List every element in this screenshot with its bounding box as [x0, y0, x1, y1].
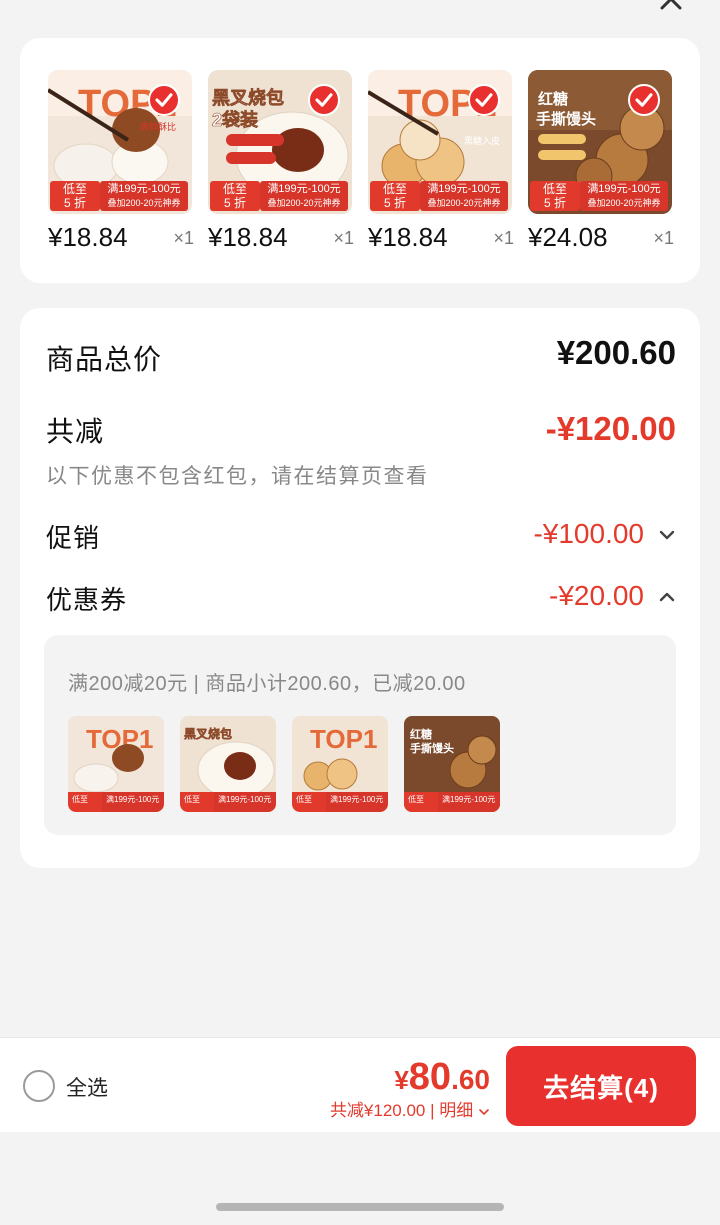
- coupon-product-thumbnail: TOP1 低至 满199元-100元: [68, 716, 164, 812]
- svg-text:红糖: 红糖: [410, 727, 432, 741]
- product-price: ¥18.84: [48, 222, 128, 252]
- checkout-bar: 全选 ¥80.60 共减¥120.00 | 明细 去结算(4): [0, 1037, 720, 1132]
- svg-text:2袋装: 2袋装: [212, 109, 258, 130]
- svg-text:黑叉烧包: 黑叉烧包: [212, 87, 284, 108]
- selected-check-icon[interactable]: [148, 84, 180, 116]
- coupon-product-thumbnail: 红糖 手撕馒头 低至 满199元-100元: [404, 716, 500, 812]
- price-row: ¥18.84 ×1: [208, 220, 354, 256]
- promo-strip: 满199元-100元 叠加200-20元神券: [260, 181, 348, 211]
- chevron-up-icon[interactable]: [656, 586, 678, 608]
- page-title: [0, 0, 720, 12]
- price-row: ¥18.84 ×1: [368, 220, 514, 256]
- product-price: ¥18.84: [208, 222, 288, 252]
- discount-note: 以下优惠不包含红包，请在结算页查看: [46, 465, 429, 488]
- svg-text:低至: 低至: [408, 794, 424, 804]
- svg-text:红糖: 红糖: [538, 90, 568, 108]
- coupon-value[interactable]: -¥20.00: [549, 580, 644, 612]
- coupon-product-thumbnail: 黑叉烧包 低至 满199元-100元: [180, 716, 276, 812]
- svg-text:黑叉烧包: 黑叉烧包: [184, 726, 232, 741]
- svg-text:低至: 低至: [72, 794, 88, 804]
- discount-badge: 低至 5 折: [50, 181, 100, 211]
- product-price: ¥24.08: [528, 222, 608, 252]
- chevron-down-icon: [479, 1108, 489, 1115]
- product-item[interactable]: 黑叉烧包 2袋装 低至 5 折 满199元-100元 叠加200-20元神券 ¥18…: [208, 70, 354, 252]
- svg-text:低至: 低至: [184, 794, 200, 804]
- total-reduction-label: 共减: [46, 416, 105, 447]
- product-image: 红糖 手撕馒头 低至 满199元-100元: [404, 716, 500, 812]
- product-quantity: ×1: [493, 228, 514, 248]
- promo-strip: 满199元-100元 叠加200-20元神券: [420, 181, 508, 211]
- product-item[interactable]: TOP1 爽鲜酥比 低至 5 折 满199元-100元 叠加200-20元神券 ¥1…: [48, 70, 194, 252]
- product-quantity: ×1: [333, 228, 354, 248]
- discount-badge: 低至 5 折: [210, 181, 260, 211]
- product-item[interactable]: TOP1 黑糖入皮 低至 5 折 满199元-100元 叠加200-20元神券 ¥1…: [368, 70, 514, 252]
- product-image: TOP1 低至 满199元-100元: [292, 716, 388, 812]
- product-image: 黑叉烧包 低至 满199元-100元: [180, 716, 276, 812]
- product-item[interactable]: 红糖 手撕馒头 低至 5 折 满199元-100元 叠加200-20元神券 ¥24.…: [528, 70, 674, 252]
- svg-text:手撕馒头: 手撕馒头: [536, 110, 596, 128]
- home-indicator: [216, 1203, 504, 1211]
- selected-check-icon[interactable]: [468, 84, 500, 116]
- discount-badge: 低至 5 折: [530, 181, 580, 211]
- svg-text:满199元-100元: 满199元-100元: [106, 794, 159, 804]
- chevron-down-icon[interactable]: [656, 524, 678, 546]
- checkout-button[interactable]: 去结算(4): [506, 1046, 696, 1126]
- coupon-detail-text: 满200减20元 | 商品小计200.60，已减20.00: [68, 673, 466, 695]
- promotion-value[interactable]: -¥100.00: [533, 518, 644, 550]
- svg-text:TOP1: TOP1: [310, 724, 377, 754]
- promotion-label[interactable]: 促销: [46, 518, 100, 555]
- total-reduction-value: -¥120.00: [545, 410, 676, 447]
- payable-total: ¥80.60: [394, 1056, 490, 1098]
- select-all-label[interactable]: 全选: [66, 1072, 108, 1102]
- svg-text:满199元-100元: 满199元-100元: [442, 794, 495, 804]
- select-all-radio[interactable]: [23, 1070, 55, 1102]
- selected-check-icon[interactable]: [308, 84, 340, 116]
- price-row: ¥18.84 ×1: [48, 220, 194, 256]
- coupon-label[interactable]: 优惠券: [46, 580, 127, 617]
- price-row: ¥24.08 ×1: [528, 220, 674, 256]
- svg-text:手撕馒头: 手撕馒头: [410, 741, 454, 755]
- product-quantity: ×1: [173, 228, 194, 248]
- product-price: ¥18.84: [368, 222, 448, 252]
- price-summary-card: 商品总价 ¥200.60 共减 -¥120.00 以下优惠不包含红包，请在结算页…: [20, 308, 700, 868]
- svg-text:黑糖入皮: 黑糖入皮: [464, 135, 500, 146]
- product-thumbnail[interactable]: TOP1 爽鲜酥比 低至 5 折 满199元-100元 叠加200-20元神券: [48, 70, 192, 214]
- total-price-label: 商品总价: [46, 344, 163, 375]
- close-icon[interactable]: [656, 0, 686, 14]
- svg-text:爽鲜酥比: 爽鲜酥比: [140, 121, 176, 132]
- promo-strip: 满199元-100元 叠加200-20元神券: [580, 181, 668, 211]
- product-thumbnail[interactable]: 红糖 手撕馒头 低至 5 折 满199元-100元 叠加200-20元神券: [528, 70, 672, 214]
- selected-products-card: TOP1 爽鲜酥比 低至 5 折 满199元-100元 叠加200-20元神券 ¥1…: [20, 38, 700, 283]
- svg-text:低至: 低至: [296, 794, 312, 804]
- coupon-detail-panel: 满200减20元 | 商品小计200.60，已减20.00 TOP1 低至 满1…: [44, 635, 676, 835]
- total-price-value: ¥200.60: [556, 334, 676, 371]
- reduction-detail-link[interactable]: 共减¥120.00 | 明细: [330, 1096, 490, 1121]
- coupon-product-thumbnail: TOP1 低至 满199元-100元: [292, 716, 388, 812]
- svg-text:满199元-100元: 满199元-100元: [218, 794, 271, 804]
- product-quantity: ×1: [653, 228, 674, 248]
- discount-badge: 低至 5 折: [370, 181, 420, 211]
- selected-check-icon[interactable]: [628, 84, 660, 116]
- promo-strip: 满199元-100元 叠加200-20元神券: [100, 181, 188, 211]
- svg-text:满199元-100元: 满199元-100元: [330, 794, 383, 804]
- product-thumbnail[interactable]: TOP1 黑糖入皮 低至 5 折 满199元-100元 叠加200-20元神券: [368, 70, 512, 214]
- product-thumbnail[interactable]: 黑叉烧包 2袋装 低至 5 折 满199元-100元 叠加200-20元神券: [208, 70, 352, 214]
- product-image: TOP1 低至 满199元-100元: [68, 716, 164, 812]
